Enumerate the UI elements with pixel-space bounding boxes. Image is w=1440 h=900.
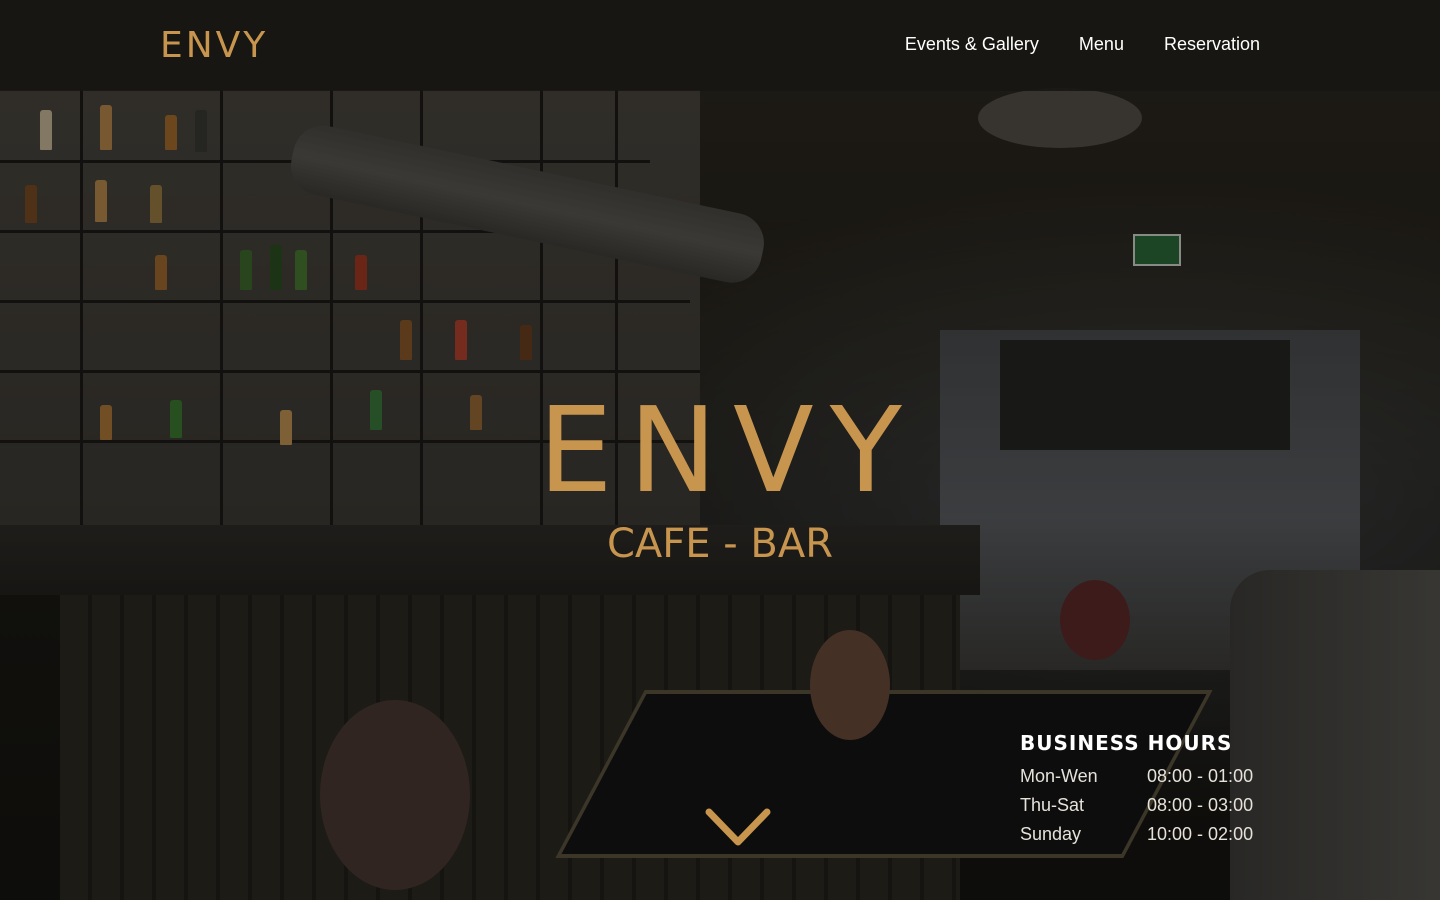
chevron-down-icon[interactable] <box>705 808 771 850</box>
hours-day: Mon-Wen <box>1020 766 1098 786</box>
hours-time: 08:00 - 01:00 <box>1147 766 1254 786</box>
business-hours-title: BUSINESS HOURS <box>1020 731 1233 755</box>
business-hours: BUSINESS HOURS Mon-Wen 08:00 - 01:00 Thu… <box>1020 730 1280 849</box>
hero-section: ENVY Events & Gallery Menu Reservation E… <box>0 0 1440 900</box>
hours-day: Sunday <box>1020 824 1082 844</box>
hero-title: ENVY <box>538 381 918 519</box>
nav-link-events-gallery[interactable]: Events & Gallery <box>905 32 1039 56</box>
hours-row: Thu-Sat 08:00 - 03:00 <box>1020 791 1280 820</box>
nav-link-reservation[interactable]: Reservation <box>1164 32 1260 56</box>
hours-row: Mon-Wen 08:00 - 01:00 <box>1020 762 1280 791</box>
hours-time: 08:00 - 03:00 <box>1147 795 1254 815</box>
hours-day: Thu-Sat <box>1020 795 1085 815</box>
nav-link-menu[interactable]: Menu <box>1079 32 1124 56</box>
site-logo[interactable]: ENVY <box>160 26 268 66</box>
chevron-down-icon-svg <box>705 808 771 846</box>
hours-time: 10:00 - 02:00 <box>1147 824 1254 844</box>
top-navigation-bar: ENVY Events & Gallery Menu Reservation <box>0 0 1440 91</box>
hero-subtitle: CAFE - BAR <box>606 521 834 567</box>
hours-row: Sunday 10:00 - 02:00 <box>1020 820 1280 849</box>
main-nav: Events & Gallery Menu Reservation <box>905 32 1260 56</box>
